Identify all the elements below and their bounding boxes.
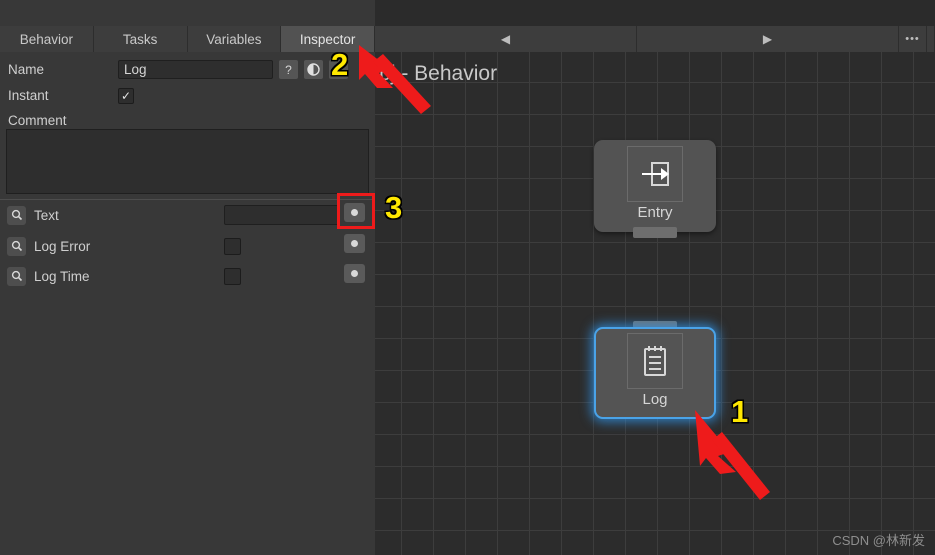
next-button[interactable]: ▶	[637, 26, 899, 52]
property-label: Log Time	[34, 268, 90, 284]
graph-node-entry[interactable]: Entry	[594, 140, 716, 238]
property-row-text: Text	[0, 200, 375, 230]
node-label: Log	[642, 391, 668, 408]
annotation-arrow-2	[359, 45, 431, 114]
radio-dot	[351, 270, 358, 277]
log-error-checkbox[interactable]	[224, 237, 241, 255]
comment-textarea[interactable]	[6, 129, 369, 194]
log-time-bind-button[interactable]	[344, 264, 365, 283]
text-value-input[interactable]	[224, 205, 339, 225]
graph-toolbar: ◀ ▶ •••	[375, 26, 935, 52]
more-options-button[interactable]: •••	[899, 26, 927, 52]
annotation-number-3: 3	[385, 190, 403, 225]
instant-label: Instant	[8, 88, 49, 103]
search-icon[interactable]	[7, 236, 26, 256]
contrast-icon-button[interactable]	[304, 60, 323, 79]
name-input[interactable]: Log	[118, 60, 273, 79]
enter-arrow-icon	[627, 146, 683, 202]
node-label: Entry	[637, 204, 673, 221]
node-output-tab[interactable]	[633, 227, 677, 238]
search-icon[interactable]	[7, 205, 26, 225]
log-error-bind-button[interactable]	[344, 234, 365, 253]
radio-dot	[351, 240, 358, 247]
search-icon[interactable]	[7, 266, 26, 286]
tab-variables[interactable]: Variables	[187, 26, 282, 52]
tab-behavior[interactable]: Behavior	[0, 26, 94, 52]
name-row: Name Log ?	[0, 57, 375, 82]
property-label: Text	[34, 207, 59, 223]
behavior-designer-window: tObj - Behavior Entry	[0, 0, 935, 555]
graph-canvas[interactable]: tObj - Behavior Entry	[375, 52, 935, 555]
toolbar-edge-button[interactable]	[927, 26, 935, 52]
property-label: Log Error	[34, 238, 91, 254]
annotation-highlight-box-3	[337, 193, 375, 229]
property-row-log-error: Log Error	[0, 231, 375, 261]
instant-checkbox[interactable]: ✓	[118, 87, 134, 104]
notepad-icon	[627, 333, 683, 389]
node-body[interactable]: Entry	[594, 140, 716, 232]
tab-tasks[interactable]: Tasks	[93, 26, 188, 52]
property-row-log-time: Log Time	[0, 261, 375, 291]
annotation-arrow-1	[695, 410, 770, 500]
log-time-checkbox[interactable]	[224, 267, 241, 285]
panel-tabs: Behavior Tasks Variables Inspector	[0, 26, 375, 52]
inspector-panel: Behavior Tasks Variables Inspector Name …	[0, 0, 375, 555]
watermark: CSDN @林新发	[832, 533, 925, 548]
comment-label: Comment	[8, 113, 67, 128]
help-button[interactable]: ?	[279, 60, 298, 79]
name-label: Name	[8, 62, 45, 77]
annotation-number-2: 2	[331, 47, 349, 82]
instant-row: Instant ✓	[0, 83, 375, 108]
